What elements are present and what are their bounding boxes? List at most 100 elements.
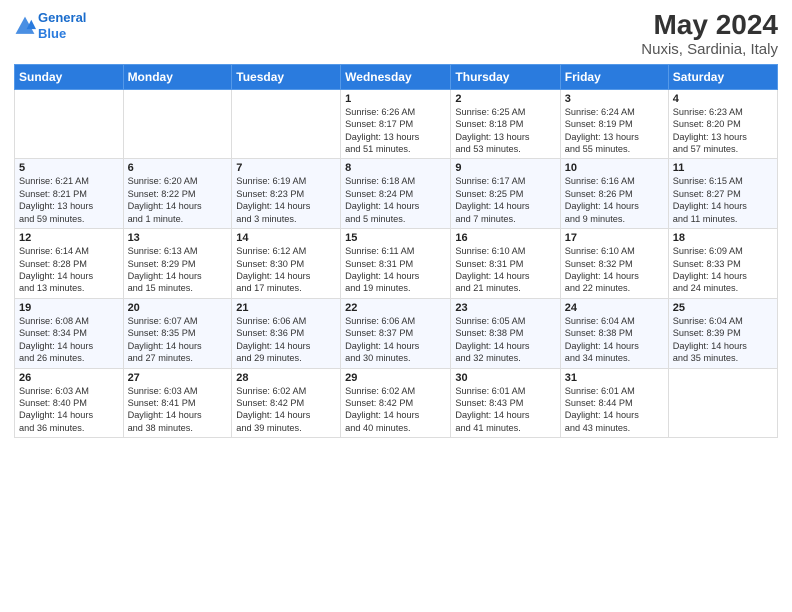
calendar-day-cell: 27Sunrise: 6:03 AMSunset: 8:41 PMDayligh…: [123, 368, 232, 438]
day-info: Sunrise: 6:04 AMSunset: 8:38 PMDaylight:…: [565, 315, 664, 365]
calendar-week-row: 12Sunrise: 6:14 AMSunset: 8:28 PMDayligh…: [15, 229, 778, 299]
calendar-day-cell: 2Sunrise: 6:25 AMSunset: 8:18 PMDaylight…: [451, 89, 560, 159]
day-info: Sunrise: 6:18 AMSunset: 8:24 PMDaylight:…: [345, 175, 446, 225]
calendar-day-cell: 24Sunrise: 6:04 AMSunset: 8:38 PMDayligh…: [560, 298, 668, 368]
day-number: 11: [673, 162, 773, 174]
day-info: Sunrise: 6:07 AMSunset: 8:35 PMDaylight:…: [128, 315, 228, 365]
day-info: Sunrise: 6:06 AMSunset: 8:37 PMDaylight:…: [345, 315, 446, 365]
calendar-day-cell: 20Sunrise: 6:07 AMSunset: 8:35 PMDayligh…: [123, 298, 232, 368]
calendar-day-cell: 17Sunrise: 6:10 AMSunset: 8:32 PMDayligh…: [560, 229, 668, 299]
day-info: Sunrise: 6:26 AMSunset: 8:17 PMDaylight:…: [345, 106, 446, 156]
day-info: Sunrise: 6:25 AMSunset: 8:18 PMDaylight:…: [455, 106, 555, 156]
calendar-day-cell: [123, 89, 232, 159]
calendar-day-header: Thursday: [451, 64, 560, 89]
calendar-day-header: Wednesday: [341, 64, 451, 89]
day-number: 13: [128, 232, 228, 244]
day-info: Sunrise: 6:04 AMSunset: 8:39 PMDaylight:…: [673, 315, 773, 365]
day-info: Sunrise: 6:13 AMSunset: 8:29 PMDaylight:…: [128, 245, 228, 295]
header: General Blue May 2024 Nuxis, Sardinia, I…: [14, 10, 778, 58]
day-info: Sunrise: 6:14 AMSunset: 8:28 PMDaylight:…: [19, 245, 119, 295]
day-info: Sunrise: 6:02 AMSunset: 8:42 PMDaylight:…: [236, 385, 336, 435]
calendar-day-cell: 1Sunrise: 6:26 AMSunset: 8:17 PMDaylight…: [341, 89, 451, 159]
day-number: 7: [236, 162, 336, 174]
calendar-day-header: Friday: [560, 64, 668, 89]
calendar-day-cell: 28Sunrise: 6:02 AMSunset: 8:42 PMDayligh…: [232, 368, 341, 438]
calendar-day-cell: 10Sunrise: 6:16 AMSunset: 8:26 PMDayligh…: [560, 159, 668, 229]
logo-icon: [14, 15, 36, 37]
day-number: 12: [19, 232, 119, 244]
day-number: 18: [673, 232, 773, 244]
calendar-day-cell: 11Sunrise: 6:15 AMSunset: 8:27 PMDayligh…: [668, 159, 777, 229]
day-info: Sunrise: 6:10 AMSunset: 8:32 PMDaylight:…: [565, 245, 664, 295]
day-info: Sunrise: 6:12 AMSunset: 8:30 PMDaylight:…: [236, 245, 336, 295]
calendar-day-cell: 21Sunrise: 6:06 AMSunset: 8:36 PMDayligh…: [232, 298, 341, 368]
logo-general: General: [38, 10, 86, 25]
logo-blue: Blue: [38, 26, 66, 41]
day-number: 9: [455, 162, 555, 174]
day-info: Sunrise: 6:15 AMSunset: 8:27 PMDaylight:…: [673, 175, 773, 225]
calendar-day-cell: 19Sunrise: 6:08 AMSunset: 8:34 PMDayligh…: [15, 298, 124, 368]
calendar-day-cell: 8Sunrise: 6:18 AMSunset: 8:24 PMDaylight…: [341, 159, 451, 229]
logo: General Blue: [14, 10, 86, 41]
day-info: Sunrise: 6:23 AMSunset: 8:20 PMDaylight:…: [673, 106, 773, 156]
calendar-week-row: 1Sunrise: 6:26 AMSunset: 8:17 PMDaylight…: [15, 89, 778, 159]
day-info: Sunrise: 6:03 AMSunset: 8:40 PMDaylight:…: [19, 385, 119, 435]
calendar-day-cell: 30Sunrise: 6:01 AMSunset: 8:43 PMDayligh…: [451, 368, 560, 438]
day-number: 5: [19, 162, 119, 174]
day-number: 8: [345, 162, 446, 174]
day-number: 3: [565, 93, 664, 105]
calendar-day-cell: 18Sunrise: 6:09 AMSunset: 8:33 PMDayligh…: [668, 229, 777, 299]
day-number: 17: [565, 232, 664, 244]
calendar-day-cell: 26Sunrise: 6:03 AMSunset: 8:40 PMDayligh…: [15, 368, 124, 438]
day-number: 19: [19, 302, 119, 314]
calendar-week-row: 19Sunrise: 6:08 AMSunset: 8:34 PMDayligh…: [15, 298, 778, 368]
day-info: Sunrise: 6:21 AMSunset: 8:21 PMDaylight:…: [19, 175, 119, 225]
calendar-day-cell: 16Sunrise: 6:10 AMSunset: 8:31 PMDayligh…: [451, 229, 560, 299]
day-number: 22: [345, 302, 446, 314]
day-number: 30: [455, 372, 555, 384]
day-info: Sunrise: 6:19 AMSunset: 8:23 PMDaylight:…: [236, 175, 336, 225]
day-number: 6: [128, 162, 228, 174]
calendar-day-cell: 14Sunrise: 6:12 AMSunset: 8:30 PMDayligh…: [232, 229, 341, 299]
calendar-day-cell: 23Sunrise: 6:05 AMSunset: 8:38 PMDayligh…: [451, 298, 560, 368]
day-number: 23: [455, 302, 555, 314]
day-info: Sunrise: 6:05 AMSunset: 8:38 PMDaylight:…: [455, 315, 555, 365]
calendar-table: SundayMondayTuesdayWednesdayThursdayFrid…: [14, 64, 778, 438]
calendar-day-cell: [15, 89, 124, 159]
day-info: Sunrise: 6:03 AMSunset: 8:41 PMDaylight:…: [128, 385, 228, 435]
calendar-day-cell: 29Sunrise: 6:02 AMSunset: 8:42 PMDayligh…: [341, 368, 451, 438]
subtitle: Nuxis, Sardinia, Italy: [641, 41, 778, 58]
calendar-week-row: 26Sunrise: 6:03 AMSunset: 8:40 PMDayligh…: [15, 368, 778, 438]
calendar-day-header: Monday: [123, 64, 232, 89]
day-number: 31: [565, 372, 664, 384]
day-number: 4: [673, 93, 773, 105]
calendar-day-cell: 6Sunrise: 6:20 AMSunset: 8:22 PMDaylight…: [123, 159, 232, 229]
day-info: Sunrise: 6:20 AMSunset: 8:22 PMDaylight:…: [128, 175, 228, 225]
day-info: Sunrise: 6:06 AMSunset: 8:36 PMDaylight:…: [236, 315, 336, 365]
calendar-day-cell: 4Sunrise: 6:23 AMSunset: 8:20 PMDaylight…: [668, 89, 777, 159]
calendar-day-cell: 9Sunrise: 6:17 AMSunset: 8:25 PMDaylight…: [451, 159, 560, 229]
calendar-day-cell: 13Sunrise: 6:13 AMSunset: 8:29 PMDayligh…: [123, 229, 232, 299]
day-info: Sunrise: 6:17 AMSunset: 8:25 PMDaylight:…: [455, 175, 555, 225]
calendar-day-header: Sunday: [15, 64, 124, 89]
calendar-day-cell: 5Sunrise: 6:21 AMSunset: 8:21 PMDaylight…: [15, 159, 124, 229]
calendar-day-cell: [668, 368, 777, 438]
day-number: 15: [345, 232, 446, 244]
day-number: 25: [673, 302, 773, 314]
calendar-day-cell: 15Sunrise: 6:11 AMSunset: 8:31 PMDayligh…: [341, 229, 451, 299]
day-info: Sunrise: 6:01 AMSunset: 8:43 PMDaylight:…: [455, 385, 555, 435]
day-number: 2: [455, 93, 555, 105]
calendar-header-row: SundayMondayTuesdayWednesdayThursdayFrid…: [15, 64, 778, 89]
main-title: May 2024: [641, 10, 778, 41]
day-number: 1: [345, 93, 446, 105]
day-number: 27: [128, 372, 228, 384]
page: General Blue May 2024 Nuxis, Sardinia, I…: [0, 0, 792, 612]
calendar-day-header: Saturday: [668, 64, 777, 89]
calendar-day-cell: 31Sunrise: 6:01 AMSunset: 8:44 PMDayligh…: [560, 368, 668, 438]
calendar-day-cell: 12Sunrise: 6:14 AMSunset: 8:28 PMDayligh…: [15, 229, 124, 299]
calendar-day-cell: 25Sunrise: 6:04 AMSunset: 8:39 PMDayligh…: [668, 298, 777, 368]
calendar-day-cell: 7Sunrise: 6:19 AMSunset: 8:23 PMDaylight…: [232, 159, 341, 229]
day-info: Sunrise: 6:24 AMSunset: 8:19 PMDaylight:…: [565, 106, 664, 156]
day-number: 24: [565, 302, 664, 314]
day-info: Sunrise: 6:11 AMSunset: 8:31 PMDaylight:…: [345, 245, 446, 295]
